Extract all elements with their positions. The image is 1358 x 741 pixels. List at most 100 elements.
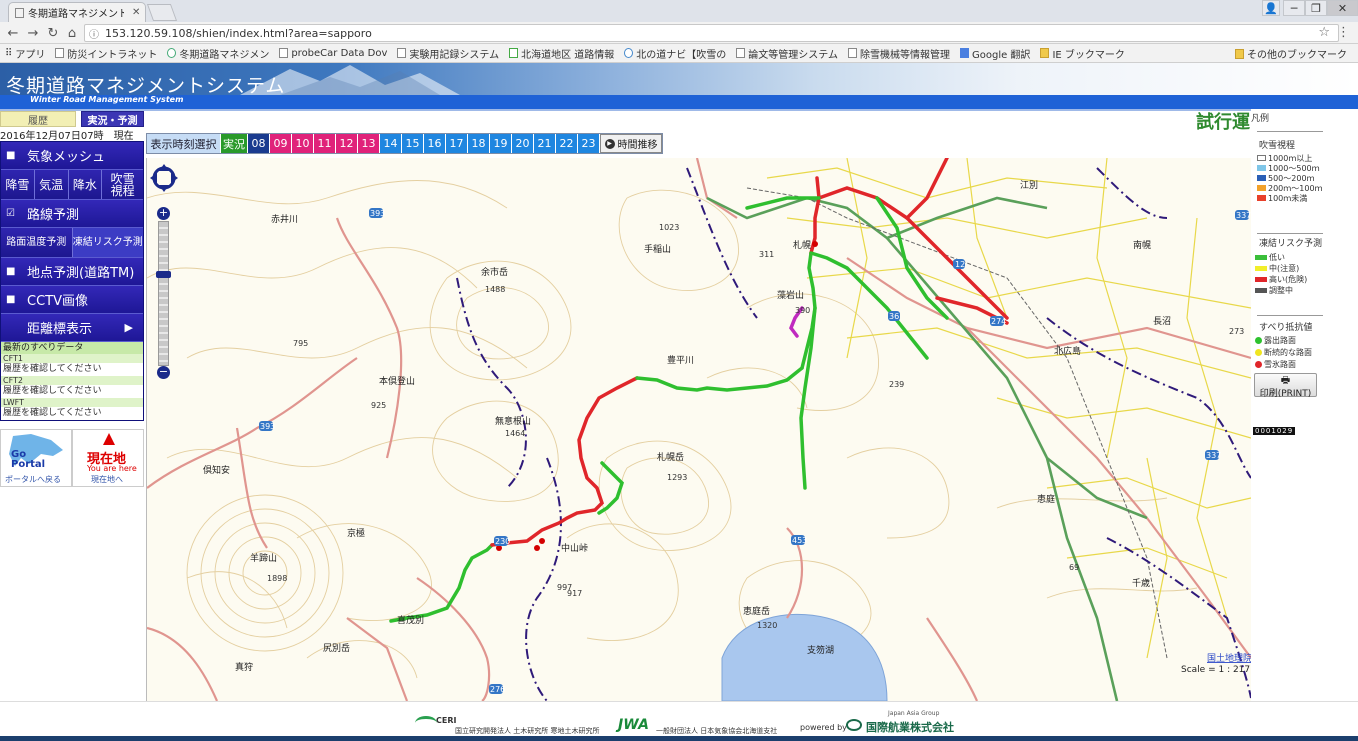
- checkbox-checked-icon[interactable]: ☑: [6, 208, 17, 219]
- home-icon[interactable]: ⌂: [63, 24, 81, 42]
- go-portal-button[interactable]: Go Portal ポータルへ戻る: [0, 429, 72, 487]
- legend-swatch: [1255, 277, 1267, 282]
- bookmark-star-icon[interactable]: ☆: [1318, 25, 1330, 40]
- zoom-out-button[interactable]: −: [157, 366, 170, 379]
- ceri-name: 国立研究開発法人 土木研究所 寒地土木研究所: [455, 727, 600, 735]
- other-bookmarks[interactable]: その他のブックマーク: [1230, 46, 1352, 61]
- place-label: 喜茂別: [397, 614, 424, 626]
- point-forecast-toggle[interactable]: ■ 地点予測(道路TM): [1, 258, 143, 286]
- cctv-toggle[interactable]: ■ CCTV画像: [1, 286, 143, 314]
- current-location-button[interactable]: 現在地 You are here 現在地へ: [72, 429, 144, 487]
- browser-tab[interactable]: 冬期道路マネジメントシ ✕: [8, 2, 146, 22]
- legend-swatch: [1255, 288, 1267, 293]
- zoom-in-button[interactable]: +: [157, 207, 170, 220]
- maximize-icon[interactable]: ❐: [1305, 0, 1327, 16]
- reload-icon[interactable]: ↻: [44, 24, 62, 42]
- legend-item: 低い: [1255, 252, 1307, 263]
- elevation-label: 1293: [667, 473, 687, 482]
- temperature-button[interactable]: 気温: [34, 170, 69, 199]
- menu-icon[interactable]: ⋮: [1337, 25, 1350, 40]
- legend-item: 断続的な路面: [1255, 346, 1312, 358]
- weather-mesh-toggle[interactable]: ■ 気象メッシュ: [1, 142, 143, 170]
- print-label: 印刷(PRINT): [1259, 389, 1312, 399]
- time-13-button[interactable]: 13: [358, 134, 380, 153]
- tab-forecast[interactable]: 実況・予測: [81, 111, 144, 127]
- map-view[interactable]: 393 393 12 274 36 453 230 276 337 337 赤井…: [146, 158, 1251, 701]
- place-label: 南幌: [1133, 239, 1151, 251]
- freeze-risk-forecast-button[interactable]: 凍結リスク予測: [72, 228, 143, 257]
- time-live-button[interactable]: 実況: [221, 134, 248, 153]
- time-23-button[interactable]: 23: [578, 134, 600, 153]
- time-14-button[interactable]: 14: [380, 134, 402, 153]
- checkbox-unchecked-icon[interactable]: ■: [6, 150, 17, 161]
- place-label: 札幌: [793, 239, 811, 251]
- kokusai-name: 国際航業株式会社: [866, 721, 954, 734]
- cft2-label: CFT2: [1, 376, 143, 385]
- bookmark-item[interactable]: Google 翻訳: [955, 46, 1035, 61]
- map-credit: 国土地理院: [1207, 652, 1251, 664]
- bookmark-apps[interactable]: ⠿ アプリ: [0, 46, 50, 61]
- bookmark-item[interactable]: 冬期道路マネジメン: [162, 46, 274, 61]
- mesh-buttons: 降雪 気温 降水 吹雪視程: [1, 170, 143, 200]
- place-label: 恵庭岳: [743, 605, 770, 617]
- place-label: 京極: [347, 527, 365, 539]
- bookmark-item[interactable]: IE ブックマーク: [1035, 46, 1129, 61]
- address-bar[interactable]: ⓘ 153.120.59.108/shien/index.html?area=s…: [84, 24, 1339, 42]
- lwft-label: LWFT: [1, 398, 143, 407]
- time-12-button[interactable]: 12: [336, 134, 358, 153]
- zoom-slider[interactable]: [158, 221, 169, 366]
- blizzard-visibility-button[interactable]: 吹雪視程: [102, 170, 143, 199]
- page-icon: [15, 7, 24, 18]
- place-label: 北広島: [1054, 345, 1081, 357]
- cft1-label: CFT1: [1, 354, 143, 363]
- time-19-button[interactable]: 19: [490, 134, 512, 153]
- print-button[interactable]: 🖶 印刷(PRINT): [1254, 373, 1317, 399]
- bookmark-item[interactable]: 防災イントラネット: [50, 46, 162, 61]
- time-22-button[interactable]: 22: [556, 134, 578, 153]
- place-label: 中山峠: [561, 542, 588, 554]
- checkbox-unchecked-icon[interactable]: ■: [6, 266, 17, 277]
- jwa-name: 一般財団法人 日本気象協会北海道支社: [656, 727, 778, 735]
- bookmark-item[interactable]: 除雪機械等情報管理: [843, 46, 955, 61]
- route-shield: 230: [495, 537, 510, 546]
- time-08-button[interactable]: 08: [248, 134, 270, 153]
- time-17-button[interactable]: 17: [446, 134, 468, 153]
- back-icon[interactable]: ←: [4, 24, 22, 42]
- google-icon: [167, 48, 177, 58]
- legend-dot: [1255, 360, 1262, 368]
- place-label: 江別: [1020, 180, 1038, 191]
- time-15-button[interactable]: 15: [402, 134, 424, 153]
- map-canvas[interactable]: 393 393 12 274 36 453 230 276 337 337 赤井…: [147, 158, 1251, 701]
- window-close-icon[interactable]: ✕: [1327, 0, 1358, 16]
- user-icon[interactable]: 👤: [1262, 0, 1280, 16]
- bookmark-item[interactable]: 論文等管理システム: [731, 46, 843, 61]
- bookmark-item[interactable]: 実験用記録システム: [392, 46, 504, 61]
- current-location-en: You are here: [87, 464, 137, 473]
- bookmark-item[interactable]: 北の道ナビ【吹雪の: [619, 46, 731, 61]
- time-transition-button[interactable]: ▶ 時間推移: [600, 134, 662, 153]
- road-temp-forecast-button[interactable]: 路面温度予測: [1, 228, 73, 257]
- time-16-button[interactable]: 16: [424, 134, 446, 153]
- time-20-button[interactable]: 20: [512, 134, 534, 153]
- checkbox-unchecked-icon[interactable]: ■: [6, 294, 17, 305]
- time-09-button[interactable]: 09: [270, 134, 292, 153]
- close-icon[interactable]: ✕: [132, 7, 140, 18]
- time-10-button[interactable]: 10: [292, 134, 314, 153]
- forward-icon[interactable]: →: [24, 24, 42, 42]
- bookmark-item[interactable]: 北海道地区 道路情報: [504, 46, 619, 61]
- time-21-button[interactable]: 21: [534, 134, 556, 153]
- snowfall-button[interactable]: 降雪: [1, 170, 35, 199]
- minimize-icon[interactable]: ─: [1283, 0, 1305, 16]
- slip-legend: 露出路面 断続的な路面 雪氷路面: [1255, 334, 1312, 370]
- apps-grid-icon: ⠿: [5, 47, 13, 59]
- precipitation-button[interactable]: 降水: [68, 170, 103, 199]
- zoom-handle[interactable]: [156, 271, 171, 278]
- distance-marker-button[interactable]: 距離標表示 ▶: [1, 314, 143, 342]
- tab-history[interactable]: 履歴: [0, 111, 76, 127]
- bookmark-item[interactable]: probeCar Data Dov: [274, 48, 392, 59]
- route-forecast-toggle[interactable]: ☑ 路線予測: [1, 200, 143, 228]
- pan-control[interactable]: [150, 164, 178, 192]
- play-circle-icon: ▶: [604, 138, 615, 149]
- time-18-button[interactable]: 18: [468, 134, 490, 153]
- time-11-button[interactable]: 11: [314, 134, 336, 153]
